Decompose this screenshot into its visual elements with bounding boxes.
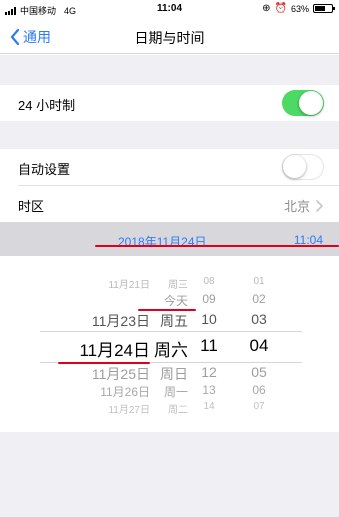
selected-datetime-band[interactable]: 2018年11月24日 11:04 xyxy=(0,222,339,256)
picker-minute: 02 xyxy=(252,292,266,306)
auto-set-row: 自动设置 xyxy=(0,149,339,185)
picker-weekday: 周三 xyxy=(168,280,188,291)
picker-row[interactable]: 11月21日 周三 08 01 xyxy=(0,276,339,291)
picker-minute: 03 xyxy=(251,311,267,327)
selected-date: 2018年11月24日 xyxy=(118,235,207,249)
picker-minute: 07 xyxy=(253,401,265,412)
picker-weekday: 周二 xyxy=(168,405,188,416)
timezone-value: 北京 xyxy=(283,199,310,214)
battery-icon xyxy=(313,4,335,13)
section-spacer xyxy=(0,121,339,149)
toggle-knob xyxy=(283,155,306,178)
picker-row[interactable]: 11月27日 周二 14 07 xyxy=(0,401,339,416)
picker-day: 11月25日 xyxy=(91,366,150,382)
hour24-label: 24 小时制 xyxy=(18,98,76,113)
picker-hour: 11 xyxy=(200,336,218,355)
chevron-right-icon xyxy=(316,199,323,212)
picker-hour: 10 xyxy=(201,311,217,327)
picker-weekday: 周五 xyxy=(160,313,188,329)
battery-percent: 63% xyxy=(290,3,309,14)
picker-minute: 05 xyxy=(251,364,267,380)
picker-day: 11月26日 xyxy=(100,385,150,399)
status-right: ⊕ ⏰ 63% xyxy=(262,3,335,14)
picker-row[interactable]: 11月26日 周一 13 06 xyxy=(0,383,339,399)
auto-set-label: 自动设置 xyxy=(18,162,71,177)
timezone-value-group: 北京 xyxy=(284,196,323,215)
bottom-background xyxy=(0,432,339,517)
auto-set-toggle[interactable] xyxy=(282,154,324,180)
alarm-icon: ⏰ xyxy=(274,3,287,14)
picker-row[interactable]: 今天 09 02 xyxy=(0,292,339,308)
picker-day: 11月23日 xyxy=(91,313,150,329)
picker-weekday: 周日 xyxy=(160,366,188,382)
timezone-label: 时区 xyxy=(18,199,45,214)
orientation-lock-icon: ⊕ xyxy=(262,3,271,14)
picker-minute: 06 xyxy=(252,383,266,397)
picker-hour: 13 xyxy=(202,383,216,397)
picker-day: 11月24日 xyxy=(79,341,150,360)
picker-hour: 09 xyxy=(202,292,216,306)
picker-day: 11月27日 xyxy=(108,405,150,416)
hour24-toggle[interactable] xyxy=(282,90,324,116)
section-spacer xyxy=(0,55,339,85)
toggle-knob xyxy=(299,91,323,115)
picker-minute: 04 xyxy=(249,336,269,355)
picker-hour: 08 xyxy=(203,276,215,287)
picker-weekday: 周一 xyxy=(163,385,188,399)
page-title: 日期与时间 xyxy=(134,30,205,46)
navigation-bar: 通用 日期与时间 xyxy=(0,20,339,54)
picker-row[interactable]: 11月24日 周六 11 04 xyxy=(0,336,339,360)
picker-day: 11月21日 xyxy=(108,280,150,291)
picker-weekday: 今天 xyxy=(163,294,188,308)
picker-hour: 14 xyxy=(203,401,215,412)
picker-row[interactable]: 11月25日 周日 12 05 xyxy=(0,364,339,382)
picker-hour: 12 xyxy=(201,364,217,380)
red-underline-annotation xyxy=(95,245,339,247)
picker-row[interactable]: 11月23日 周五 10 03 xyxy=(0,311,339,329)
picker-minute: 01 xyxy=(253,276,265,287)
datetime-picker[interactable]: 11月21日 周三 08 01 今天 09 02 11月23日 周五 10 03 11月24日 周六 11… xyxy=(0,256,339,432)
selection-line-top xyxy=(40,331,302,332)
battery-fill xyxy=(315,6,326,11)
timezone-row[interactable]: 时区 北京 xyxy=(0,186,339,222)
status-bar: 中国移动 4G 11:04 ⊕ ⏰ 63% xyxy=(0,0,339,20)
hour24-row: 24 小时制 xyxy=(0,85,339,121)
picker-weekday: 周六 xyxy=(154,341,188,360)
